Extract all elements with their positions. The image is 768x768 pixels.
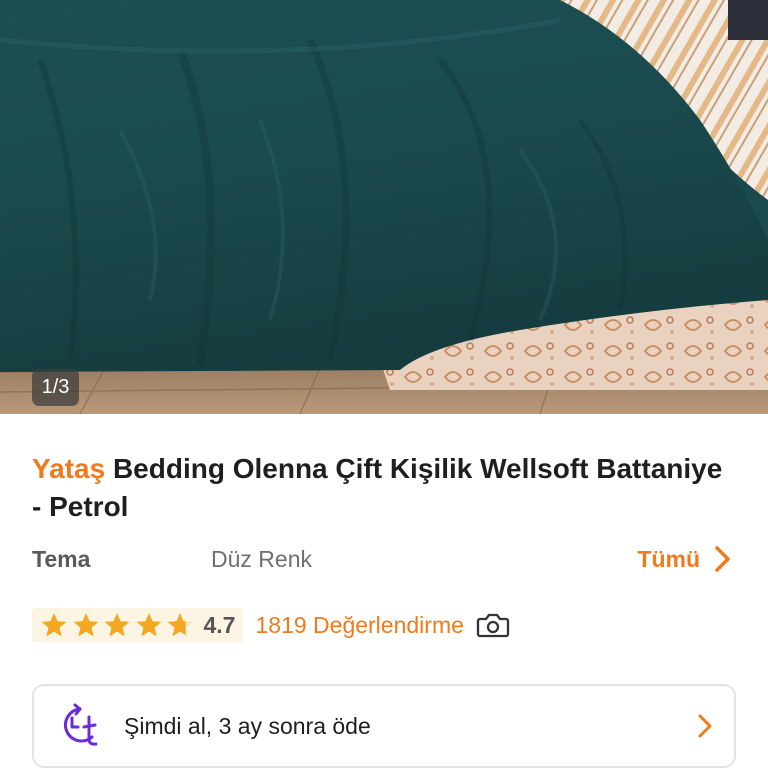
star-full-icon [73, 613, 98, 637]
rating-row: 4.7 1819 Değerlendirme [32, 608, 510, 642]
installment-text: Şimdi al, 3 ay sonra öde [124, 712, 371, 739]
image-counter-badge: 1/3 [32, 369, 79, 406]
camera-icon[interactable] [476, 611, 510, 639]
product-name: Bedding Olenna Çift Kişilik Wellsoft Bat… [32, 453, 723, 522]
attribute-value: Düz Renk [211, 546, 312, 572]
star-full-icon [104, 613, 130, 637]
attribute-row: Tema Düz Renk Tümü [32, 540, 736, 578]
star-partial-icon [167, 613, 193, 637]
brand-link[interactable]: Yataş [32, 453, 105, 484]
review-count-link[interactable]: 1819 Değerlendirme [255, 612, 463, 639]
star-rating [40, 611, 198, 639]
chevron-right-icon [698, 714, 712, 738]
show-all-attributes-button[interactable]: Tümü [637, 540, 732, 578]
product-image-gallery[interactable]: 1/3 [0, 0, 768, 414]
product-image [0, 0, 768, 414]
chevron-right-icon [715, 546, 730, 572]
buy-now-pay-later-card[interactable]: Şimdi al, 3 ay sonra öde [32, 684, 736, 768]
attribute-key: Tema [32, 546, 91, 572]
show-all-label: Tümü [637, 545, 700, 572]
installment-clock-icon [64, 703, 98, 746]
product-title: Yataş Bedding Olenna Çift Kişilik Wellso… [32, 450, 732, 526]
rating-summary[interactable]: 4.7 [32, 608, 244, 642]
star-full-icon [136, 613, 161, 637]
rating-value: 4.7 [203, 611, 236, 638]
star-full-icon [41, 613, 67, 637]
